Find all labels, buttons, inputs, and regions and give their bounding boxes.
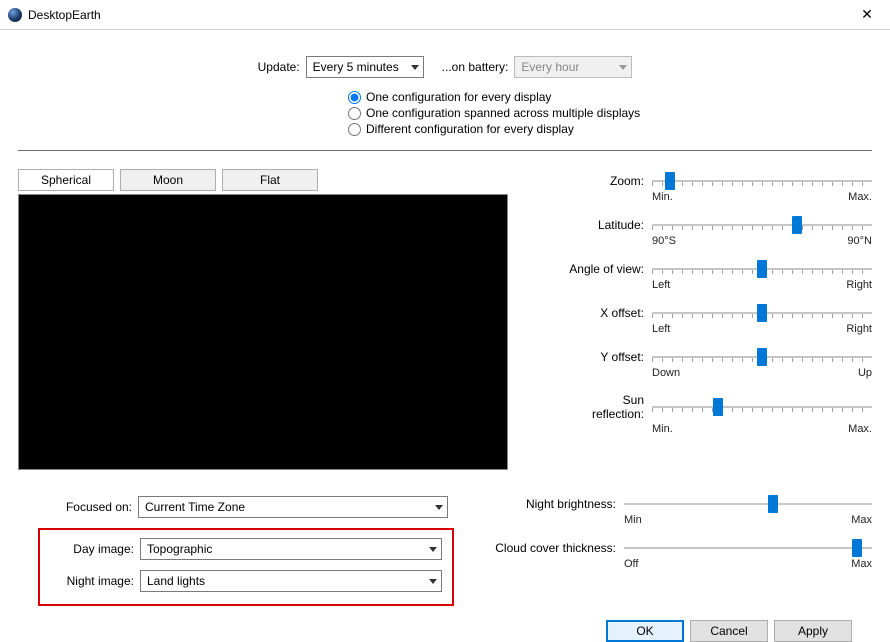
slider-yoff-thumb[interactable] — [757, 348, 767, 366]
cancel-button[interactable]: Cancel — [690, 620, 768, 642]
slider-min: Left — [652, 323, 670, 335]
slider-label: Sun reflection: — [568, 393, 644, 421]
night-image-label: Night image: — [50, 574, 134, 588]
slider-nightbr: Night brightness: Min Max — [488, 496, 872, 526]
slider-nightbr-thumb[interactable] — [768, 495, 778, 513]
tab-flat[interactable]: Flat — [222, 169, 318, 191]
slider-nightbr-track[interactable] — [624, 496, 872, 512]
update-interval-value: Every 5 minutes — [313, 60, 399, 74]
focused-on-value: Current Time Zone — [145, 500, 245, 514]
slider-max: Right — [846, 279, 872, 291]
slider-sunref-thumb[interactable] — [713, 398, 723, 416]
slider-max: Up — [858, 367, 872, 379]
view-tabs: Spherical Moon Flat — [18, 169, 548, 191]
slider-xoff-track[interactable] — [652, 305, 872, 321]
slider-label: X offset: — [568, 306, 644, 320]
radio-input[interactable] — [348, 107, 361, 120]
slider-lat: Latitude: 90°S 90°N — [568, 217, 872, 247]
chevron-down-icon — [619, 65, 627, 70]
slider-min: Min. — [652, 423, 673, 435]
close-button[interactable]: ✕ — [844, 0, 890, 30]
slider-zoom: Zoom: Min. Max. — [568, 173, 872, 203]
slider-label: Cloud cover thickness: — [488, 541, 616, 555]
app-icon — [8, 8, 22, 22]
slider-sunref: Sun reflection: Min. Max. — [568, 393, 872, 435]
battery-label: ...on battery: — [442, 60, 509, 74]
slider-label: Latitude: — [568, 218, 644, 232]
preview-canvas — [18, 194, 508, 470]
slider-max: Right — [846, 323, 872, 335]
slider-min: Left — [652, 279, 670, 291]
update-interval-combo[interactable]: Every 5 minutes — [306, 56, 424, 78]
slider-max: Max — [851, 558, 872, 570]
slider-max: 90°N — [847, 235, 872, 247]
slider-label: Zoom: — [568, 174, 644, 188]
radio-spanned[interactable]: One configuration spanned across multipl… — [348, 106, 872, 120]
battery-interval-value: Every hour — [521, 60, 579, 74]
slider-sunref-track[interactable] — [652, 399, 872, 415]
display-config-group: One configuration for every display One … — [348, 90, 872, 136]
slider-lat-track[interactable] — [652, 217, 872, 233]
battery-interval-combo: Every hour — [514, 56, 632, 78]
radio-one-per-display[interactable]: One configuration for every display — [348, 90, 872, 104]
slider-lat-thumb[interactable] — [792, 216, 802, 234]
slider-angle: Angle of view: Left Right — [568, 261, 872, 291]
slider-max: Max — [851, 514, 872, 526]
slider-min: Down — [652, 367, 680, 379]
chevron-down-icon — [429, 579, 437, 584]
slider-cloud-thumb[interactable] — [852, 539, 862, 557]
day-image-combo[interactable]: Topographic — [140, 538, 442, 560]
slider-angle-thumb[interactable] — [757, 260, 767, 278]
focused-on-label: Focused on: — [48, 500, 132, 514]
slider-label: Y offset: — [568, 350, 644, 364]
highlight-box: Day image: Topographic Night image: Land… — [38, 528, 454, 606]
radio-input[interactable] — [348, 91, 361, 104]
chevron-down-icon — [429, 547, 437, 552]
chevron-down-icon — [411, 65, 419, 70]
slider-max: Max. — [848, 423, 872, 435]
titlebar: DesktopEarth ✕ — [0, 0, 890, 30]
slider-min: Min — [624, 514, 642, 526]
radio-different[interactable]: Different configuration for every displa… — [348, 122, 872, 136]
slider-cloud-track[interactable] — [624, 540, 872, 556]
slider-min: Min. — [652, 191, 673, 203]
slider-zoom-thumb[interactable] — [665, 172, 675, 190]
slider-yoff: Y offset: Down Up — [568, 349, 872, 379]
slider-xoff: X offset: Left Right — [568, 305, 872, 335]
slider-label: Night brightness: — [488, 497, 616, 511]
update-label: Update: — [258, 60, 300, 74]
slider-zoom-track[interactable] — [652, 173, 872, 189]
day-image-value: Topographic — [147, 542, 212, 556]
divider — [18, 150, 872, 151]
slider-xoff-thumb[interactable] — [757, 304, 767, 322]
slider-yoff-track[interactable] — [652, 349, 872, 365]
slider-label: Angle of view: — [568, 262, 644, 276]
chevron-down-icon — [435, 505, 443, 510]
night-image-value: Land lights — [147, 574, 205, 588]
tab-moon[interactable]: Moon — [120, 169, 216, 191]
day-image-label: Day image: — [50, 542, 134, 556]
night-image-combo[interactable]: Land lights — [140, 570, 442, 592]
slider-angle-track[interactable] — [652, 261, 872, 277]
slider-max: Max. — [848, 191, 872, 203]
focused-on-combo[interactable]: Current Time Zone — [138, 496, 448, 518]
tab-spherical[interactable]: Spherical — [18, 169, 114, 191]
apply-button[interactable]: Apply — [774, 620, 852, 642]
slider-cloud: Cloud cover thickness: Off Max — [488, 540, 872, 570]
window-title: DesktopEarth — [28, 8, 844, 22]
slider-min: 90°S — [652, 235, 676, 247]
slider-min: Off — [624, 558, 638, 570]
ok-button[interactable]: OK — [606, 620, 684, 642]
radio-input[interactable] — [348, 123, 361, 136]
